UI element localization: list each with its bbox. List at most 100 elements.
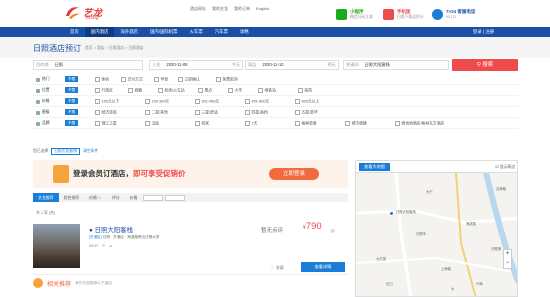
hotel-name[interactable]: ● 日照大阳客栈: [89, 225, 133, 234]
filter-option[interactable]: 城市便捷: [345, 121, 367, 127]
login-register-link[interactable]: 登录 | 注册: [473, 27, 494, 37]
filter-option[interactable]: 交付方式: [121, 77, 143, 83]
filter-option[interactable]: 二星/其他: [145, 110, 168, 116]
filter-option[interactable]: 锦江之星: [95, 121, 117, 127]
hotel-price: ¥790: [303, 221, 322, 232]
filter-option[interactable]: 汉庭: [145, 121, 160, 127]
map-label: 日照市: [416, 232, 426, 236]
filter-option[interactable]: 如家: [195, 121, 210, 127]
wechat-icon: [336, 8, 347, 20]
filter-option[interactable]: 三星/舒适: [195, 110, 218, 116]
map-panel[interactable]: 查看大地图 ☑ 显示周边 日照大阳客栈 大宁 日照市 大古镇 上海路 海滨路 沿…: [355, 160, 518, 297]
fire-icon: [36, 77, 40, 82]
filter-option[interactable]: 早餐: [154, 77, 169, 83]
filter-option[interactable]: 商圈: [128, 88, 143, 94]
filter-option[interactable]: 301-450元: [195, 99, 220, 105]
nav-item-home[interactable]: 首页: [64, 27, 85, 37]
service-promo: 7×24 客服电话 95711: [432, 6, 475, 22]
checkout-input[interactable]: 离店 2020-11-10 明天: [245, 60, 339, 70]
top-links: 酒店网址 我的艺龙 我的订单 English: [190, 6, 269, 12]
hotel-facilities: Wi-Fi P ☕: [89, 243, 113, 248]
login-now-button[interactable]: 立即登录: [269, 168, 319, 180]
filter-option[interactable]: 行政区: [95, 88, 113, 94]
nav-item-domestic-hotel[interactable]: 国内酒店: [84, 27, 115, 37]
filter-option[interactable]: 地铁站: [258, 88, 276, 94]
sort-bar: 艺龙推荐 综合排序 价格 ↑↓ 评分 价格: [33, 193, 348, 202]
search-bar: 目的地 日照 入住 2020-11-09 今天 离店 2020-11-10 明天 关键词日…: [33, 58, 518, 73]
filter-row-brand: 品牌 不限 锦江之星 汉庭 如家 7天 格林豪泰 城市便捷 维也纳酒店/格林东方…: [33, 118, 518, 129]
filter-all[interactable]: 不限: [65, 76, 79, 82]
filter-row-star: 星级 不限 经济连锁 二星/其他 三星/舒适 四星/高档 五星/豪华: [33, 107, 518, 118]
nav-item-bus[interactable]: 汽车票: [209, 27, 234, 37]
gift-icon: [53, 165, 69, 183]
filter-option[interactable]: 大学: [228, 88, 243, 94]
promo-sub: 扫描下载返积分: [397, 14, 424, 19]
breadcrumb[interactable]: 首页 > 酒店 > 日照酒店 > 日照酒店: [85, 46, 144, 51]
city-input[interactable]: 目的地 日照: [33, 60, 143, 70]
related-title: 相关推荐: [47, 281, 72, 288]
filter-option[interactable]: 四星/高档: [245, 110, 268, 116]
show-nearby-checkbox[interactable]: ☑ 显示周边: [495, 164, 515, 170]
filter-option[interactable]: 机场/火车站: [158, 88, 185, 94]
filter-option[interactable]: 医院: [298, 88, 313, 94]
elong-logo[interactable]: 艺龙 eLong: [64, 3, 110, 23]
map-roads: [356, 173, 517, 296]
filter-option[interactable]: 立即确认: [178, 77, 200, 83]
filter-option[interactable]: 景点: [198, 88, 213, 94]
nav-item-overseas-hotel[interactable]: 海外酒店: [114, 27, 144, 37]
nav-item-train[interactable]: 火车票: [184, 27, 209, 37]
miniprogram-promo[interactable]: 小程序 微信扫码立减: [336, 6, 373, 22]
top-link[interactable]: 我的艺龙: [212, 6, 228, 12]
filter-option[interactable]: 451-600元: [245, 99, 270, 105]
top-link[interactable]: 我的订单: [234, 6, 250, 12]
keyword-input[interactable]: 关键词 日照大阳客栈: [343, 60, 449, 70]
nav-item-flights[interactable]: 国内/国际机票: [144, 27, 184, 37]
sort-recommend[interactable]: 艺龙推荐: [33, 193, 59, 202]
filter-all[interactable]: 不限: [65, 109, 79, 115]
hotel-photo[interactable]: [33, 224, 80, 268]
top-header: 艺龙 eLong 酒店网址 我的艺龙 我的订单 English 小程序 微信扫码立…: [0, 0, 550, 27]
filter-option[interactable]: 五星/豪华: [295, 110, 318, 116]
top-link[interactable]: English: [256, 6, 269, 12]
filter-option[interactable]: 维也纳酒店/格林东方酒店: [395, 121, 445, 127]
view-large-map-button[interactable]: 查看大地图: [359, 163, 390, 171]
filter-option[interactable]: 600元以上: [295, 99, 320, 105]
filter-all[interactable]: 不限: [65, 98, 79, 104]
map-label: 日照大阳客栈: [396, 210, 416, 214]
filter-option[interactable]: 7天: [245, 121, 258, 127]
filter-option[interactable]: 免费取消: [216, 77, 238, 83]
filter-all[interactable]: 不限: [65, 120, 79, 126]
brand-icon: [36, 121, 40, 126]
hotel-score: 暂无点评: [261, 228, 284, 234]
promo-sub: 95711: [446, 15, 457, 19]
hotel-map-pin[interactable]: [389, 211, 394, 216]
map-label: 日照港: [491, 247, 501, 251]
sort-score[interactable]: 评分: [107, 193, 125, 202]
clear-conditions-link[interactable]: 清空条件: [83, 149, 98, 154]
sort-overall[interactable]: 综合排序: [59, 193, 85, 202]
sort-price[interactable]: 价格 ↑↓: [84, 193, 107, 202]
filter-option[interactable]: 150-300元: [145, 99, 170, 105]
selected-label: 您已选择: [33, 149, 49, 153]
top-link[interactable]: 酒店网址: [190, 6, 206, 12]
selected-tag[interactable]: 日照大阳客栈: [51, 148, 80, 155]
favorite-button[interactable]: ♡ 收藏: [271, 265, 284, 271]
filter-all[interactable]: 不限: [65, 87, 79, 93]
map-label: 大: [451, 287, 455, 291]
price-min-input[interactable]: [143, 194, 164, 201]
search-button[interactable]: ⚲ 搜索: [452, 59, 518, 71]
filter-option[interactable]: 150元以下: [95, 99, 120, 105]
map-zoom-control[interactable]: + −: [503, 249, 512, 269]
mobile-promo[interactable]: 手机版 扫描下载返积分: [383, 6, 424, 22]
filter-option[interactable]: 格林豪泰: [295, 121, 317, 127]
filter-option[interactable]: 体验: [95, 77, 110, 83]
phone-icon: [383, 8, 394, 20]
checkin-input[interactable]: 入住 2020-11-09 今天: [149, 60, 243, 70]
nav-item-guide[interactable]: 攻略: [234, 27, 255, 37]
map-label: 沿海路: [496, 187, 506, 191]
filter-option[interactable]: 经济连锁: [95, 110, 117, 116]
view-detail-button[interactable]: 查看详情: [301, 262, 345, 272]
hotel-card[interactable]: ● 日照大阳客栈 [东港区] 日照 · 东港区 · 海滨路旁近日照大学 Wi-F…: [33, 219, 348, 275]
price-max-input[interactable]: [165, 194, 186, 201]
map-label: 大古镇: [376, 257, 386, 261]
